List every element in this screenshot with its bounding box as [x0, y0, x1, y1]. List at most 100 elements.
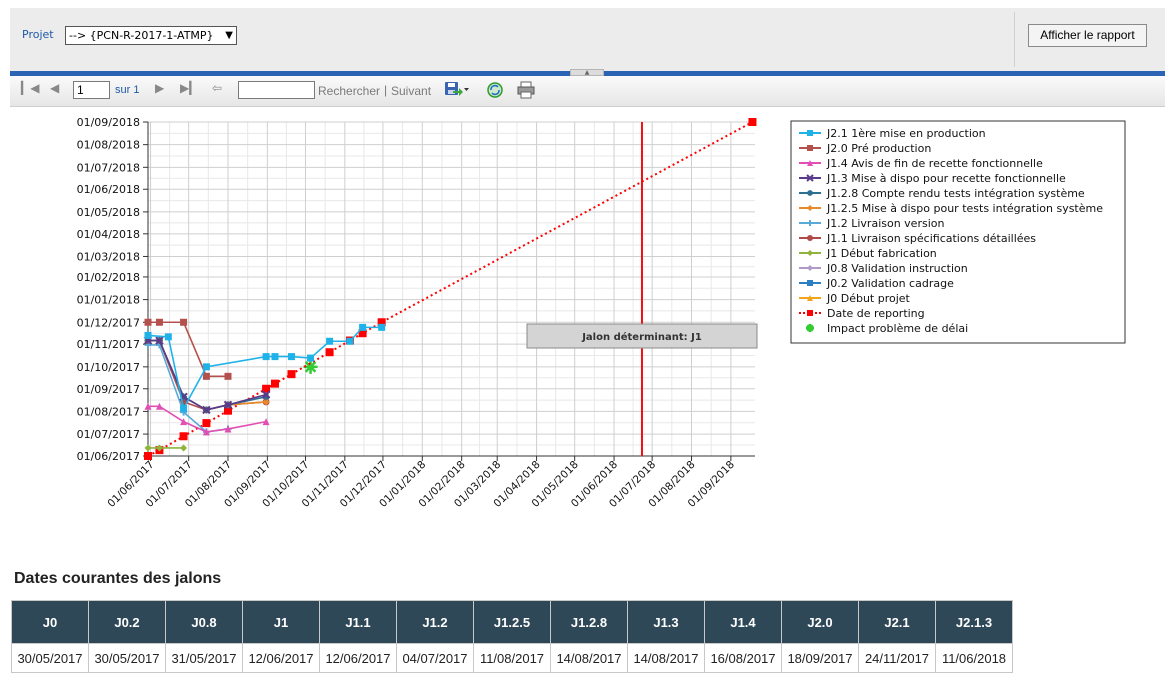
legend-label: J1.4 Avis de fin de recette fonctionnell… [826, 157, 1043, 170]
milestone-chart: 01/06/2017 01/07/2017 01/08/2017 01/09/2017… [77, 116, 1126, 510]
legend-label: Impact problème de délai [827, 322, 968, 335]
data-point [326, 337, 334, 345]
project-select[interactable]: --> {PCN-R-2017-1-ATMP} ▼ [65, 26, 237, 45]
export-save-icon[interactable] [444, 81, 470, 99]
find-separator: | [384, 83, 388, 97]
y-tick-label: 01/05/2018 [77, 206, 140, 219]
table-header-row: J0 J0.2 J0.8 J1 J1.1 J1.2 J1.2.5 J1.2.8 J1.3 J1.4… [11, 600, 1013, 644]
page-count-label: sur 1 [115, 84, 140, 96]
data-point [359, 323, 367, 331]
data-point [179, 432, 188, 441]
project-label: Projet [22, 28, 54, 41]
legend-label: J2.0 Pré production [826, 142, 931, 155]
parameter-area: Projet --> {PCN-R-2017-1-ATMP} ▼ Affiche… [10, 8, 1165, 72]
data-point [180, 404, 188, 412]
back-icon[interactable]: ⇦ [212, 81, 222, 95]
legend-label: J1.3 Mise à dispo pour recette fonctionn… [826, 172, 1066, 185]
table-cell: 30/05/2017 [88, 643, 166, 673]
legend-item: J1.2.8 Compte rendu tests intégration sy… [799, 187, 1085, 200]
legend-item: J1.2.5 Mise à dispo pour tests intégrati… [799, 202, 1103, 215]
legend-label: J1 Début fabrication [826, 247, 937, 260]
y-tick-label: 01/01/2018 [77, 294, 140, 307]
project-select-value: --> {PCN-R-2017-1-ATMP} [69, 29, 214, 42]
legend-label: Date de reporting [827, 307, 925, 320]
data-point [270, 379, 279, 388]
chart-legend: J2.1 1ère mise en production J2.0 Pré pro… [790, 120, 1126, 344]
table-header-cell: J1 [242, 600, 320, 644]
legend-label: J0.8 Validation instruction [826, 262, 968, 275]
y-tick-label: 01/08/2017 [77, 405, 140, 418]
data-point [224, 372, 232, 380]
legend-marker [807, 145, 813, 151]
table-cell: 24/11/2017 [858, 643, 936, 673]
data-point [202, 419, 211, 428]
legend-label: J0 Début projet [826, 292, 911, 305]
table-cell: 31/05/2017 [165, 643, 243, 673]
data-point [307, 354, 315, 362]
data-point [202, 372, 210, 380]
print-icon[interactable] [516, 81, 536, 99]
y-tick-label: 01/08/2018 [77, 139, 140, 152]
y-tick-label: 01/07/2017 [77, 428, 140, 441]
data-point [378, 323, 386, 331]
next-page-icon[interactable]: ▶ [155, 81, 164, 95]
legend-marker [807, 280, 813, 286]
y-tick-label: 01/11/2017 [77, 338, 140, 351]
y-tick-label: 01/07/2018 [77, 161, 140, 174]
table-header-cell: J1.1 [319, 600, 397, 644]
y-tick-label: 01/12/2017 [77, 316, 140, 329]
chevron-down-icon: ▼ [225, 30, 233, 41]
annotation-label: Jalon déterminant: J1 [581, 331, 702, 343]
table-header-cell: J1.2.8 [550, 600, 628, 644]
y-tick-label: 01/09/2017 [77, 383, 140, 396]
y-tick-label: 01/06/2017 [77, 450, 140, 463]
refresh-icon[interactable] [486, 81, 504, 99]
table-cell: 14/08/2017 [627, 643, 705, 673]
legend-marker [807, 130, 813, 136]
y-tick-label: 01/03/2018 [77, 250, 140, 263]
table-cell: 18/09/2017 [781, 643, 859, 673]
param-divider [1014, 12, 1015, 67]
legend-item: J1.4 Avis de fin de recette fonctionnell… [799, 157, 1043, 170]
legend-item: J1.3 Mise à dispo pour recette fonctionn… [799, 172, 1066, 185]
y-tick-label: 01/06/2018 [77, 183, 140, 196]
data-point [144, 452, 152, 460]
data-point [287, 353, 295, 361]
find-link[interactable]: Rechercher [318, 84, 380, 98]
table-header-cell: J0.8 [165, 600, 243, 644]
search-input[interactable] [238, 81, 315, 99]
legend-label: J1.2.8 Compte rendu tests intégration sy… [826, 187, 1085, 200]
legend-marker [807, 310, 813, 316]
table-cell: 12/06/2017 [242, 643, 320, 673]
last-page-icon[interactable]: ▶▎ [180, 81, 198, 95]
report-toolbar: ▎◀ ◀ 1 sur 1 ▶ ▶▎ ⇦ Rechercher | Suivant [10, 76, 1165, 107]
legend-label: J1.2.5 Mise à dispo pour tests intégrati… [826, 202, 1103, 215]
table-cell: 16/08/2017 [704, 643, 782, 673]
table-row: 30/05/2017 30/05/2017 31/05/2017 12/06/2017… [11, 643, 1013, 673]
milestones-table: J0 J0.2 J0.8 J1 J1.1 J1.2 J1.2.5 J1.2.8 J1.3 J1.4… [11, 600, 1013, 673]
table-header-cell: J0 [11, 600, 89, 644]
data-point [346, 337, 354, 345]
y-tick-label: 01/02/2018 [77, 271, 140, 284]
legend-item: Impact problème de délai [806, 322, 968, 335]
table-cell: 11/08/2017 [473, 643, 551, 673]
data-point [202, 363, 210, 371]
data-point [155, 318, 163, 326]
legend-marker [807, 235, 813, 241]
find-next-link[interactable]: Suivant [391, 84, 431, 98]
table-cell: 12/06/2017 [319, 643, 397, 673]
chart-grid [148, 121, 755, 457]
page-number-input[interactable]: 1 [73, 81, 110, 99]
data-point [748, 118, 757, 126]
collapse-params-handle[interactable]: ▲ [570, 69, 604, 76]
y-tick-label: 01/10/2017 [77, 361, 140, 374]
data-point [144, 318, 152, 326]
milestones-table-title: Dates courantes des jalons [14, 570, 222, 587]
table-cell: 30/05/2017 [11, 643, 89, 673]
first-page-icon[interactable]: ▎◀ [21, 81, 39, 95]
view-report-button[interactable]: Afficher le rapport [1028, 24, 1147, 47]
table-header-cell: J2.1 [858, 600, 936, 644]
legend-marker [806, 324, 814, 332]
previous-page-icon[interactable]: ◀ [50, 81, 59, 95]
data-point [325, 348, 334, 357]
